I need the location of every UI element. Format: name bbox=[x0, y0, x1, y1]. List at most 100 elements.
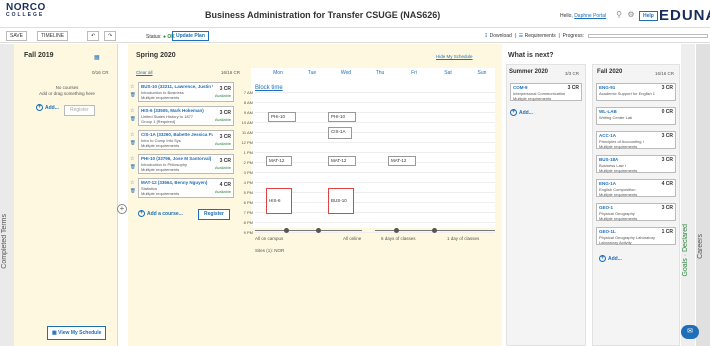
course-card[interactable]: WL-LAB Writing Center Lab 0 CR bbox=[596, 107, 676, 125]
favorite-star-icon[interactable]: ☆ bbox=[130, 180, 134, 186]
download-link[interactable]: Download bbox=[490, 33, 512, 39]
course-card[interactable]: COM-9 Interpersonal Communication Multiple… bbox=[510, 83, 582, 101]
availability-badge: Available bbox=[214, 141, 231, 146]
add-course-link[interactable]: + Add... bbox=[36, 104, 59, 111]
undo-button[interactable]: ↶ bbox=[87, 31, 100, 41]
course-card[interactable]: BUS-10 (32211, Lawrence, Justin W... Intr… bbox=[138, 82, 234, 102]
college-logo[interactable]: NORCO COLLEGE bbox=[6, 3, 46, 18]
chat-icon[interactable]: ✉ bbox=[681, 325, 699, 339]
course-code: GEO-1 bbox=[599, 205, 614, 210]
hour-label: 1 PM bbox=[243, 150, 253, 155]
day-header-tue: Tue bbox=[307, 70, 317, 76]
schedule-block[interactable]: MAT-12 bbox=[328, 156, 356, 166]
add-label: Add... bbox=[608, 255, 622, 262]
course-card[interactable]: ENG-91 Academic Support for English 1 3 CR bbox=[596, 83, 676, 101]
days-slider-handle[interactable] bbox=[394, 228, 399, 233]
schedule-block[interactable]: HIS-6 bbox=[266, 188, 292, 214]
course-requirement: Multiple requirements bbox=[599, 144, 638, 149]
favorite-star-icon[interactable]: ☆ bbox=[130, 84, 134, 90]
schedule-block[interactable]: PHI-10 bbox=[328, 112, 356, 122]
course-requirement: Multiple requirements bbox=[141, 95, 180, 100]
clear-all-link[interactable]: Clear all bbox=[136, 70, 153, 75]
calendar-icon[interactable]: ▦ bbox=[94, 54, 100, 61]
add-course-link[interactable]: + Add... bbox=[510, 109, 533, 116]
schedule-block[interactable]: MAT-12 bbox=[388, 156, 416, 166]
course-card[interactable]: PHI-10 (33796, Jose M Santorval) Introduc… bbox=[138, 154, 234, 174]
view-my-schedule-button[interactable]: ▦ View My Schedule bbox=[47, 326, 107, 340]
day-header-thu: Thu bbox=[375, 70, 385, 76]
schedule-block[interactable]: MAT-12 bbox=[266, 156, 292, 166]
slider-label-on-campus: All on campus bbox=[255, 236, 284, 241]
course-card[interactable]: GEO-1L Physical Geography Laboratory Labor… bbox=[596, 227, 676, 245]
download-icon[interactable]: ↧ bbox=[484, 33, 488, 39]
availability-badge: Available bbox=[214, 165, 231, 170]
course-credits: 0 CR bbox=[661, 109, 673, 115]
trash-icon[interactable]: 🗑 bbox=[130, 188, 136, 194]
course-code: CIS-1A (33260, Babette Jessica Full... bbox=[141, 132, 213, 137]
hour-gridline bbox=[255, 102, 495, 103]
add-term-button[interactable]: + bbox=[117, 204, 127, 214]
hour-label: 7 PM bbox=[243, 210, 253, 215]
hour-label: 4 PM bbox=[243, 180, 253, 185]
favorite-star-icon[interactable]: ☆ bbox=[130, 132, 134, 138]
trash-icon[interactable]: 🗑 bbox=[130, 92, 136, 98]
term-credits: 0/16 CR bbox=[92, 70, 109, 75]
course-card[interactable]: ENG-1A English Composition Multiple requir… bbox=[596, 179, 676, 197]
update-plan-button[interactable]: Update Plan bbox=[172, 31, 209, 41]
add-icon: + bbox=[36, 104, 43, 111]
save-button[interactable]: SAVE bbox=[6, 31, 27, 41]
course-requirement: Laboratory Activity bbox=[599, 240, 632, 245]
course-credits: 3 CR bbox=[661, 205, 673, 211]
gear-icon[interactable]: ⚙ bbox=[626, 10, 636, 20]
course-card[interactable]: GEO-1 Physical Geography Multiple requirem… bbox=[596, 203, 676, 221]
hour-label: 7 AM bbox=[243, 90, 253, 95]
hour-gridline bbox=[255, 232, 495, 233]
completed-terms-tab[interactable]: Completed Terms bbox=[0, 44, 14, 346]
course-card[interactable]: BUS-18A Business Law I Multiple requiremen… bbox=[596, 155, 676, 173]
course-requirement: Multiple requirements bbox=[513, 96, 552, 101]
favorite-star-icon[interactable]: ☆ bbox=[130, 108, 134, 114]
add-course-label: Add a course... bbox=[147, 210, 183, 217]
hour-label: 9 PM bbox=[243, 230, 253, 235]
trash-icon[interactable]: 🗑 bbox=[130, 116, 136, 122]
user-name-link[interactable]: Daphne Portal bbox=[574, 13, 606, 19]
add-course-link[interactable]: + Add... bbox=[599, 255, 622, 262]
schedule-block[interactable]: BUS-10 bbox=[328, 188, 354, 214]
register-button[interactable]: Register bbox=[64, 105, 95, 116]
hide-schedule-link[interactable]: Hide My Schedule bbox=[436, 54, 473, 59]
empty-msg-1: No courses bbox=[55, 85, 79, 90]
trash-icon[interactable]: 🗑 bbox=[130, 140, 136, 146]
campus-slider-track[interactable] bbox=[255, 230, 362, 231]
register-button[interactable]: Register bbox=[198, 209, 231, 220]
course-card[interactable]: MAT-12 (33664, Benny Nguyen) Statistics Mu… bbox=[138, 178, 234, 198]
campus-slider-handle-2[interactable] bbox=[316, 228, 321, 233]
course-code: ENG-1A bbox=[599, 181, 617, 186]
hour-label: 3 PM bbox=[243, 170, 253, 175]
favorite-star-icon[interactable]: ☆ bbox=[130, 156, 134, 162]
campus-slider-handle[interactable] bbox=[284, 228, 289, 233]
course-requirement: Multiple requirements bbox=[141, 191, 180, 196]
requirements-icon[interactable]: ☰ bbox=[519, 33, 523, 39]
help-button[interactable]: Help bbox=[639, 11, 658, 21]
trash-icon[interactable]: 🗑 bbox=[130, 164, 136, 170]
course-card[interactable]: CIS-1A (33260, Babette Jessica Full... In… bbox=[138, 130, 234, 150]
careers-tab[interactable]: Careers bbox=[696, 44, 710, 346]
add-course-link[interactable]: + Add a course... bbox=[138, 210, 183, 217]
hour-gridline bbox=[255, 222, 495, 223]
block-time-link[interactable]: Block time bbox=[255, 85, 283, 91]
requirements-link[interactable]: Requirements bbox=[525, 33, 556, 39]
course-card[interactable]: HIS-6 (33505, Mark Hokeman) United States… bbox=[138, 106, 234, 126]
course-code: COM-9 bbox=[513, 85, 528, 90]
schedule-block[interactable]: CIS-1A bbox=[328, 127, 352, 139]
empty-msg-2: Add or drag something here bbox=[39, 91, 95, 96]
redo-button[interactable]: ↷ bbox=[104, 31, 117, 41]
timeline-button[interactable]: TIMELINE bbox=[37, 31, 69, 41]
schedule-block[interactable]: PHI-10 bbox=[268, 112, 296, 122]
greeting-prefix: Hello, bbox=[560, 13, 573, 19]
whats-next-title: What is next? bbox=[508, 52, 554, 59]
course-card[interactable]: ACC-1A Principles of Accounting I Multiple… bbox=[596, 131, 676, 149]
days-slider-handle-2[interactable] bbox=[432, 228, 437, 233]
search-icon[interactable]: ⚲ bbox=[614, 10, 624, 20]
goals-tab[interactable]: Goals · Declared bbox=[681, 44, 695, 346]
term-credits: 16/16 CR bbox=[221, 70, 241, 75]
